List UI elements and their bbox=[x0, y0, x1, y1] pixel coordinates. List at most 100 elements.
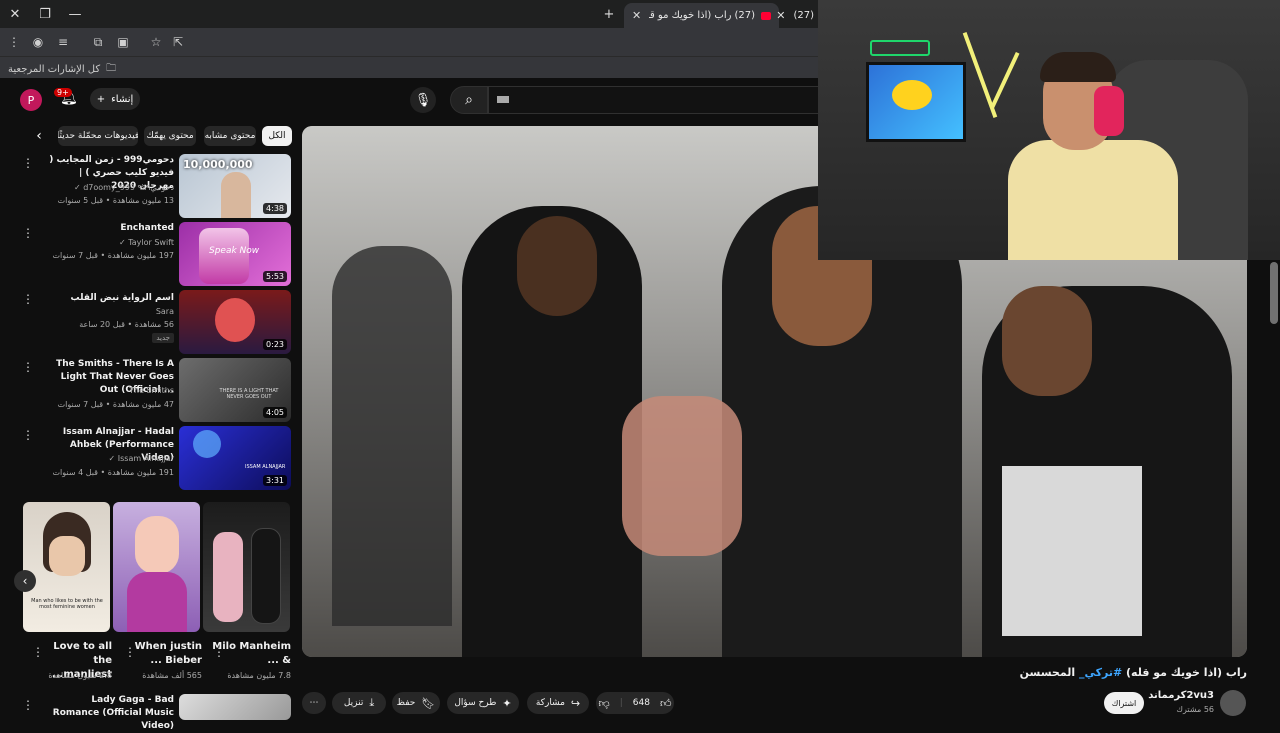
save-label: حفظ bbox=[396, 698, 416, 708]
extensions-icon[interactable]: ⧉ bbox=[90, 34, 106, 50]
chip-for-you[interactable]: محتوى يهمّك bbox=[144, 126, 196, 146]
like-thumb-icon[interactable]: 👍︎ bbox=[660, 697, 672, 710]
new-badge: جديد bbox=[152, 333, 174, 343]
search-input[interactable] bbox=[488, 86, 820, 114]
restore-window-icon[interactable]: ❐ bbox=[34, 4, 56, 24]
channel-avatar[interactable] bbox=[1220, 690, 1246, 716]
rec-thumbnail[interactable]: 0:23 bbox=[179, 290, 291, 354]
more-horiz-icon: ⋯ bbox=[309, 698, 319, 708]
more-options-icon[interactable]: ⋮ bbox=[124, 645, 136, 659]
rec-channel[interactable]: Taylor Swift ✓ bbox=[34, 238, 174, 247]
minimize-window-icon[interactable]: — bbox=[64, 4, 86, 24]
rec-video-3[interactable]: 0:23 اسم الرواية نبض القلب Sara 56 مشاهد… bbox=[14, 290, 294, 354]
page-scrollbar[interactable] bbox=[1270, 262, 1278, 324]
tab-prefix: (27) bbox=[734, 10, 755, 21]
rec-thumbnail[interactable]: THERE IS A LIGHT THAT NEVER GOES OUT 4:0… bbox=[179, 358, 291, 422]
youtube-favicon-icon bbox=[761, 11, 771, 20]
video-hashtag[interactable]: #تركي_ bbox=[1079, 666, 1122, 679]
rec-meta: 191 مليون مشاهدة • قبل 4 سنوات bbox=[52, 468, 174, 477]
tab-inactive[interactable]: (27) ✕ bbox=[776, 3, 822, 28]
voice-search-mic-icon[interactable]: 🎙︎ bbox=[410, 87, 436, 113]
like-count[interactable]: 648 bbox=[633, 698, 650, 708]
share-page-icon[interactable]: ⇱ bbox=[170, 34, 186, 50]
rec-channel[interactable]: The Smiths bbox=[34, 386, 174, 395]
thumb-overlay-text: THERE IS A LIGHT THAT NEVER GOES OUT bbox=[219, 388, 279, 400]
rec-channel[interactable]: Sara bbox=[34, 307, 174, 316]
duration-badge: 5:53 bbox=[263, 271, 287, 282]
all-bookmarks[interactable]: 🗀 كل الإشارات المرجعية bbox=[8, 61, 116, 78]
more-options-icon[interactable]: ⋮ bbox=[32, 645, 44, 659]
more-options-icon[interactable]: ⋮ bbox=[22, 156, 34, 170]
more-options-icon[interactable]: ⋮ bbox=[22, 226, 34, 240]
more-actions-button[interactable]: ⋯ bbox=[302, 692, 326, 714]
browser-tab-strip: ✕ ❐ — + (27) راب (اذا خويك مو قله) #تركي… bbox=[0, 0, 820, 28]
rec-video-4[interactable]: THERE IS A LIGHT THAT NEVER GOES OUT 4:0… bbox=[14, 358, 294, 422]
save-button[interactable]: 🔖︎ حفظ bbox=[392, 692, 440, 714]
chevron-left-icon[interactable]: ‹ bbox=[30, 127, 48, 145]
chip-related[interactable]: محتوى مشابه bbox=[204, 126, 256, 146]
search-button[interactable]: ⌕ bbox=[450, 86, 488, 114]
short-views-3: 7.8 مليون مشاهدة bbox=[227, 671, 291, 680]
sparkle-icon: ✦ bbox=[502, 696, 512, 710]
chip-all[interactable]: الكل bbox=[262, 126, 292, 146]
rec-title[interactable]: Lady Gaga - Bad Romance (Official Music … bbox=[44, 694, 174, 733]
thumb-overlay-text: Speak Now bbox=[209, 246, 260, 256]
rec-video-1[interactable]: 10,000,000 4:38 دحومي999 - زمن المجايب (… bbox=[14, 154, 294, 218]
plus-icon: + bbox=[96, 93, 106, 105]
short-1[interactable]: Man who likes to be with the most femini… bbox=[23, 502, 110, 632]
rec-thumbnail[interactable] bbox=[179, 694, 291, 720]
dislike-thumb-icon[interactable]: 👎︎ bbox=[599, 697, 610, 710]
rec-thumbnail[interactable]: ISSAM ALNAJJAR 3:31 bbox=[179, 426, 291, 490]
folder-icon: 🗀 bbox=[106, 63, 117, 74]
rec-title[interactable]: Enchanted bbox=[44, 222, 174, 235]
more-options-icon[interactable]: ⋮ bbox=[22, 360, 34, 374]
more-options-icon[interactable]: ⋮ bbox=[22, 698, 34, 712]
share-label: مشاركة bbox=[535, 698, 565, 708]
video-title-end: المحسسن bbox=[1019, 666, 1076, 679]
new-tab-button[interactable]: + bbox=[598, 4, 620, 24]
chip-recently-uploaded[interactable]: فيديوهات محمّلة حديثًا bbox=[58, 126, 138, 146]
subscribe-button[interactable]: اشتراك bbox=[1104, 692, 1144, 714]
tab-active[interactable]: (27) راب (اذا خويك مو قله) #تركي... ✕ bbox=[624, 3, 779, 28]
rec-video-5[interactable]: ISSAM ALNAJJAR 3:31 Issam Alnajjar - Had… bbox=[14, 426, 294, 490]
rec-title[interactable]: اسم الرواية نبض القلب bbox=[44, 292, 174, 305]
create-button[interactable]: إنشاء + bbox=[90, 88, 140, 110]
thumb-overlay-text: ISSAM ALNAJJAR bbox=[245, 464, 286, 470]
rec-thumbnail[interactable]: Speak Now 5:53 bbox=[179, 222, 291, 286]
thumb-overlay-text: 10,000,000 bbox=[183, 158, 253, 171]
screenshot-icon[interactable]: ▣ bbox=[115, 34, 131, 50]
duration-badge: 4:05 bbox=[263, 407, 287, 418]
channel-name[interactable]: 2vu3كرمماند bbox=[1140, 690, 1214, 701]
more-options-icon[interactable]: ⋮ bbox=[22, 292, 34, 306]
close-window-icon[interactable]: ✕ bbox=[4, 4, 26, 24]
rec-thumbnail[interactable]: 10,000,000 4:38 bbox=[179, 154, 291, 218]
media-queue-icon[interactable]: ≡ bbox=[55, 34, 71, 50]
short-3[interactable] bbox=[203, 502, 290, 632]
menu-icon[interactable]: ⋮ bbox=[6, 34, 22, 50]
rec-video-6[interactable]: Lady Gaga - Bad Romance (Official Music … bbox=[14, 694, 294, 731]
video-title: راب (اذا خويك مو قله) #تركي_ المحسسن bbox=[1000, 666, 1247, 679]
all-bookmarks-label: كل الإشارات المرجعية bbox=[8, 64, 101, 75]
shorts-prev-chevron-icon[interactable]: ‹ bbox=[14, 570, 36, 592]
extension-avatar-icon[interactable]: ◉ bbox=[30, 34, 46, 50]
bookmark-star-icon[interactable]: ☆ bbox=[148, 34, 164, 50]
short-2[interactable] bbox=[113, 502, 200, 632]
tab-close-icon[interactable]: ✕ bbox=[776, 9, 785, 22]
search-icon: ⌕ bbox=[465, 92, 473, 108]
share-button[interactable]: ↪ مشاركة bbox=[527, 692, 589, 714]
tab-close-icon[interactable]: ✕ bbox=[632, 9, 641, 22]
share-icon: ↪ bbox=[570, 696, 581, 710]
duration-badge: 4:38 bbox=[263, 203, 287, 214]
more-options-icon[interactable]: ⋮ bbox=[213, 645, 225, 659]
rec-channel[interactable]: دحومي٩٩٩ d7oomy_999 ✓ bbox=[34, 183, 174, 192]
download-button[interactable]: ⤓ تنزيل bbox=[332, 692, 386, 714]
rec-video-2[interactable]: Speak Now 5:53 Enchanted Taylor Swift ✓ … bbox=[14, 222, 294, 286]
more-options-icon[interactable]: ⋮ bbox=[22, 428, 34, 442]
duration-badge: 0:23 bbox=[263, 339, 287, 350]
account-avatar[interactable]: P bbox=[20, 89, 42, 111]
ask-button[interactable]: ✦ طرح سؤال bbox=[447, 692, 519, 714]
bookmarks-bar: 🗀 كل الإشارات المرجعية bbox=[0, 56, 820, 78]
like-dislike-group: 👍︎ 648 | 👎︎ bbox=[596, 692, 674, 714]
create-label: إنشاء bbox=[111, 93, 134, 105]
rec-channel[interactable]: Issam Alnajjar ✓ bbox=[34, 454, 175, 463]
